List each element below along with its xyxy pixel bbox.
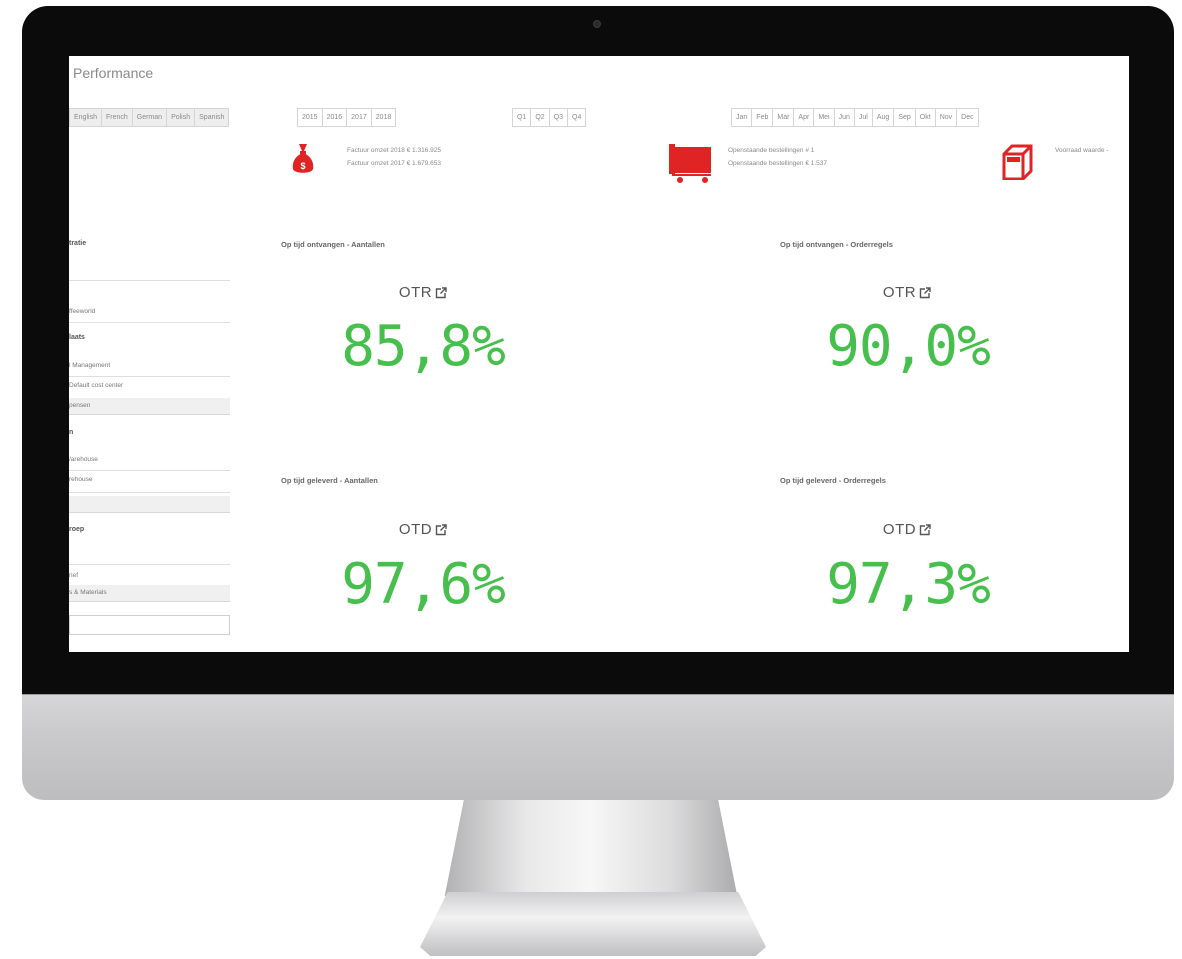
- sidebar-list-item[interactable]: rief: [69, 572, 78, 579]
- month-button[interactable]: Sep: [894, 109, 916, 126]
- revenue-kpi: Factuur omzet 2018 € 1.316.925 Factuur o…: [347, 144, 441, 170]
- orders-kpi: Openstaande bestellingen # 1 Openstaande…: [728, 144, 827, 170]
- panel-title: Op tijd ontvangen - Aantallen: [281, 240, 385, 249]
- kpi-value: 97,6%: [341, 552, 506, 617]
- open-orders-value: Openstaande bestellingen € 1.537: [728, 160, 828, 167]
- sidebar-heading: tratie: [69, 240, 87, 247]
- language-button-spanish[interactable]: Spanish: [195, 109, 229, 126]
- month-button[interactable]: Jul: [855, 109, 873, 126]
- sidebar-list-item[interactable]: /arehouse: [69, 456, 98, 463]
- box-icon: [1002, 144, 1033, 180]
- divider: [69, 376, 230, 377]
- revenue-2017: Factuur omzet 2017 € 1.679.653: [347, 160, 441, 167]
- kpi-label[interactable]: OTD: [807, 521, 1007, 538]
- month-selector: Jan Feb Mar Apr Mei Jun Jul Aug Sep Okt …: [731, 108, 979, 127]
- monitor-stand-foot: [420, 892, 766, 956]
- monitor-stand-neck: [444, 800, 738, 896]
- money-bag-icon: $: [292, 144, 314, 173]
- month-button[interactable]: Aug: [873, 109, 895, 126]
- panel-title: Op tijd ontvangen - Orderregels: [780, 240, 893, 249]
- external-link-icon[interactable]: [435, 524, 447, 536]
- kpi-label-text: OTD: [882, 521, 917, 538]
- month-button[interactable]: Dec: [957, 109, 977, 126]
- quarter-button[interactable]: Q4: [568, 109, 585, 126]
- year-button[interactable]: 2018: [372, 109, 396, 126]
- month-button[interactable]: Jan: [732, 109, 753, 126]
- language-button-polish[interactable]: Polish: [167, 109, 196, 126]
- sidebar-list-item[interactable]: rehouse: [69, 476, 93, 483]
- quarter-selector: Q1 Q2 Q3 Q4: [512, 108, 587, 127]
- sidebar-heading: n: [69, 429, 74, 436]
- sidebar-list-item-selected[interactable]: s & Materials: [69, 585, 230, 602]
- app-title: Performance: [73, 65, 154, 81]
- external-link-icon[interactable]: [919, 287, 931, 299]
- language-selector: English French German Polish Spanish: [69, 108, 230, 127]
- kpi-value: 85,8%: [341, 314, 506, 379]
- divider: [69, 322, 230, 323]
- screen: Performance English French German Polish…: [69, 56, 1129, 652]
- sidebar-list-item[interactable]: l Management: [69, 362, 110, 369]
- divider: [69, 564, 230, 565]
- sidebar-list-item-selected[interactable]: pensen: [69, 398, 230, 415]
- kpi-label[interactable]: OTR: [323, 284, 523, 301]
- quarter-button[interactable]: Q3: [550, 109, 569, 126]
- year-button[interactable]: 2015: [298, 109, 323, 126]
- stock-value: Voorraad waarde -: [1055, 147, 1109, 154]
- language-button-german[interactable]: German: [132, 109, 168, 126]
- month-button[interactable]: Apr: [794, 109, 815, 126]
- year-button[interactable]: 2016: [323, 109, 348, 126]
- sidebar-filters: tratie ffeeworld laats l Management Defa…: [69, 226, 231, 646]
- divider: [69, 280, 230, 281]
- kpi-label-text: OTD: [398, 521, 433, 538]
- language-button-english[interactable]: English: [70, 109, 102, 126]
- stock-kpi: Voorraad waarde -: [1055, 144, 1108, 157]
- kpi-value: 90,0%: [826, 314, 991, 379]
- quarter-button[interactable]: Q2: [531, 109, 550, 126]
- sidebar-search-box[interactable]: [69, 615, 230, 635]
- external-link-icon[interactable]: [919, 524, 931, 536]
- sidebar-list-item[interactable]: ffeeworld: [69, 308, 95, 315]
- month-button[interactable]: Jun: [835, 109, 855, 126]
- year-button[interactable]: 2017: [347, 109, 372, 126]
- svg-text:$: $: [300, 161, 305, 171]
- monitor-chin: [22, 694, 1174, 800]
- open-orders-count: Openstaande bestellingen # 1: [728, 147, 815, 154]
- month-button[interactable]: Nov: [936, 109, 958, 126]
- month-button[interactable]: Mar: [773, 109, 795, 126]
- panel-title: Op tijd geleverd - Orderregels: [780, 476, 886, 485]
- month-button[interactable]: Feb: [752, 109, 774, 126]
- divider: [69, 470, 230, 471]
- kpi-label-text: OTR: [882, 284, 917, 301]
- month-button[interactable]: Okt: [916, 109, 936, 126]
- revenue-2018: Factuur omzet 2018 € 1.316.925: [347, 147, 441, 154]
- language-button-french[interactable]: French: [101, 109, 133, 126]
- sidebar-list-item[interactable]: Default cost center: [69, 382, 123, 389]
- sidebar-list-item-selected[interactable]: [69, 496, 230, 513]
- kpi-label[interactable]: OTR: [807, 284, 1007, 301]
- external-link-icon[interactable]: [435, 287, 447, 299]
- sidebar-list-item-label: s & Materials: [69, 589, 107, 596]
- cart-icon: [669, 144, 711, 183]
- panel-title: Op tijd geleverd - Aantallen: [281, 476, 378, 485]
- month-button[interactable]: Mei: [814, 109, 835, 126]
- sidebar-list-item-label: pensen: [69, 402, 91, 409]
- kpi-value: 97,3%: [826, 552, 991, 617]
- year-selector: 2015 2016 2017 2018: [297, 108, 397, 127]
- kpi-label-text: OTR: [398, 284, 433, 301]
- divider: [69, 492, 230, 493]
- sidebar-heading: roep: [69, 526, 85, 533]
- sidebar-heading: laats: [69, 334, 85, 341]
- camera-icon: [593, 20, 601, 28]
- quarter-button[interactable]: Q1: [513, 109, 532, 126]
- kpi-label[interactable]: OTD: [323, 521, 523, 538]
